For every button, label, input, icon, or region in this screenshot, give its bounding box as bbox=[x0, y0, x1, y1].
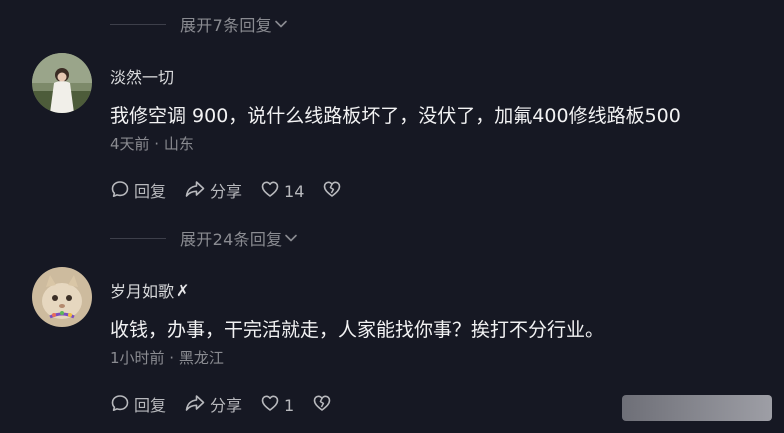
expand-replies-button[interactable]: 展开7条回复 bbox=[110, 12, 288, 36]
reply-button[interactable]: 回复 bbox=[110, 393, 166, 418]
comment-bubble-icon bbox=[110, 393, 134, 418]
share-arrow-icon bbox=[184, 179, 210, 204]
heart-icon bbox=[260, 179, 284, 204]
avatar[interactable] bbox=[32, 53, 92, 113]
username-badge: ✗ bbox=[176, 280, 190, 300]
watermark-overlay bbox=[622, 395, 772, 421]
comment-thread: 展开7条回复 淡然一切 我修空调 900，说什么线路板坏了，没伏了，加氟400修… bbox=[0, 0, 784, 433]
reply-label: 回复 bbox=[134, 395, 167, 415]
chevron-down-icon bbox=[284, 231, 298, 245]
like-button[interactable]: 1 bbox=[260, 393, 294, 418]
comment-meta: 4天前 · 山东 bbox=[110, 135, 194, 153]
expand-replies-label: 展开7条回复 bbox=[180, 16, 272, 35]
comment-meta: 1小时前 · 黑龙江 bbox=[110, 349, 224, 367]
username-label: 岁月如歌 bbox=[110, 282, 175, 301]
heart-icon bbox=[260, 393, 284, 418]
expand-replies-button[interactable]: 展开24条回复 bbox=[110, 226, 298, 250]
reply-label: 回复 bbox=[134, 181, 167, 201]
username[interactable]: 淡然一切 bbox=[110, 64, 174, 88]
share-button[interactable]: 分享 bbox=[184, 179, 242, 204]
broken-heart-icon bbox=[312, 393, 336, 418]
divider-line bbox=[110, 237, 166, 239]
comment-actions: 回复 分享 14 bbox=[110, 179, 364, 204]
dislike-button[interactable] bbox=[312, 393, 336, 418]
share-label: 分享 bbox=[210, 395, 243, 415]
like-button[interactable]: 14 bbox=[260, 179, 304, 204]
comment-actions: 回复 分享 1 bbox=[110, 393, 354, 418]
comment-bubble-icon bbox=[110, 179, 134, 204]
comment-text: 收钱，办事，干完活就走，人家能找你事？挨打不分行业。 bbox=[110, 319, 605, 341]
username-label: 淡然一切 bbox=[110, 68, 175, 87]
username[interactable]: 岁月如歌 ✗ bbox=[110, 278, 189, 302]
like-count: 1 bbox=[284, 395, 295, 415]
comment-text: 我修空调 900，说什么线路板坏了，没伏了，加氟400修线路板500 bbox=[110, 105, 681, 127]
share-label: 分享 bbox=[210, 181, 243, 201]
reply-button[interactable]: 回复 bbox=[110, 179, 166, 204]
avatar[interactable] bbox=[32, 267, 92, 327]
dislike-button[interactable] bbox=[322, 179, 346, 204]
share-button[interactable]: 分享 bbox=[184, 393, 242, 418]
like-count: 14 bbox=[284, 181, 305, 201]
divider-line bbox=[110, 23, 166, 25]
chevron-down-icon bbox=[274, 17, 288, 31]
expand-replies-label: 展开24条回复 bbox=[180, 230, 283, 249]
share-arrow-icon bbox=[184, 393, 210, 418]
broken-heart-icon bbox=[322, 179, 346, 204]
